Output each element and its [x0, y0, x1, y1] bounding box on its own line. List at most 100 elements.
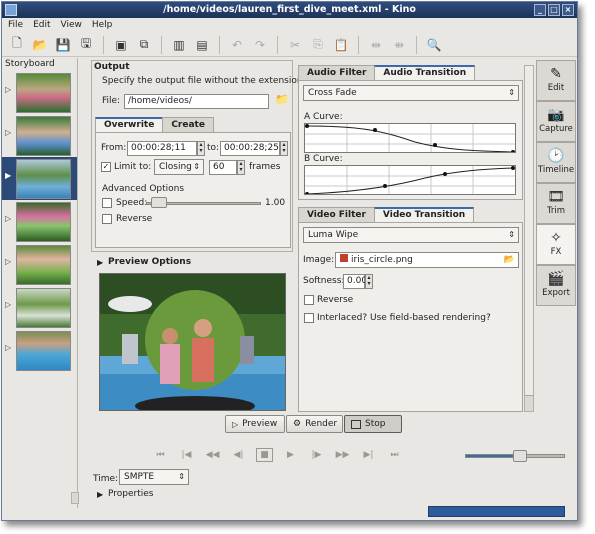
video-reverse-checkbox[interactable]: [304, 295, 314, 305]
tab-create[interactable]: Create: [162, 117, 214, 132]
go-start-icon[interactable]: ⏮: [152, 448, 169, 462]
storyboard-clip[interactable]: ▷: [2, 286, 77, 329]
maximize-button[interactable]: □: [548, 4, 560, 16]
side-tab-export[interactable]: 🎬 Export: [536, 265, 576, 306]
storyboard-clip[interactable]: ▷: [2, 243, 77, 286]
menu-file[interactable]: File: [8, 18, 23, 33]
save-as-icon[interactable]: 🖫: [76, 35, 96, 55]
expand-arrow-icon[interactable]: ▷: [5, 257, 11, 266]
time-format-select[interactable]: SMPTE ⇕: [119, 469, 189, 485]
paste-icon[interactable]: 📋: [331, 35, 351, 55]
scene-right-icon[interactable]: ⇻: [389, 35, 409, 55]
volume-handle[interactable]: [512, 450, 527, 462]
play-icon[interactable]: ▶: [282, 448, 299, 462]
from-input[interactable]: 00:00:28;11: [127, 141, 197, 156]
side-tab-fx[interactable]: ✧ FX: [536, 224, 576, 265]
volume-slider[interactable]: [465, 450, 565, 462]
tab-video-transition[interactable]: Video Transition: [373, 207, 475, 222]
time-label: Time:: [93, 474, 119, 484]
kino-window: /home/videos/lauren_first_dive_meet.xml …: [1, 1, 578, 521]
clip-thumbnail: [16, 116, 71, 156]
copy-icon[interactable]: ⎘: [308, 35, 328, 55]
rewind-icon[interactable]: ◀◀: [204, 448, 221, 462]
zoom-icon[interactable]: 🔍: [424, 35, 444, 55]
step-forward-icon[interactable]: |▶: [308, 448, 325, 462]
tab-overwrite[interactable]: Overwrite: [95, 117, 164, 132]
expand-arrow-icon[interactable]: ▷: [5, 343, 11, 352]
open-icon[interactable]: 📂: [30, 35, 50, 55]
redo-icon[interactable]: ↷: [250, 35, 270, 55]
join-icon[interactable]: ▤: [192, 35, 212, 55]
softness-spinner[interactable]: ▴ ▾: [365, 274, 373, 289]
save-icon[interactable]: 💾: [53, 35, 73, 55]
limit-frames-input[interactable]: 60: [209, 160, 237, 175]
speed-checkbox[interactable]: [102, 198, 112, 208]
reverse-checkbox[interactable]: [102, 214, 112, 224]
storyboard-clip[interactable]: ▷: [2, 200, 77, 243]
from-spinner[interactable]: ▴ ▾: [197, 141, 205, 156]
stop-playback-icon[interactable]: ■: [256, 448, 273, 462]
limit-frames-spinner[interactable]: ▴ ▾: [237, 160, 245, 175]
menu-view[interactable]: View: [61, 18, 82, 33]
image-file-chooser[interactable]: iris_circle.png 📂: [335, 252, 519, 268]
cut-icon[interactable]: ✂: [285, 35, 305, 55]
preview-options-label[interactable]: Preview Options: [108, 257, 191, 267]
next-scene-icon[interactable]: ▶|: [360, 448, 377, 462]
limit-mode-select[interactable]: Closing ⇕: [154, 159, 204, 175]
preview-expander-icon[interactable]: ▶: [97, 258, 103, 267]
side-tab-edit[interactable]: ✎ Edit: [536, 60, 576, 101]
undo-icon[interactable]: ↶: [227, 35, 247, 55]
render-button[interactable]: ⚙ Render: [286, 415, 343, 433]
storyboard-clip[interactable]: ▷: [2, 329, 77, 372]
fast-forward-icon[interactable]: ▶▶: [334, 448, 351, 462]
limit-checkbox[interactable]: ✓: [101, 162, 111, 172]
b-curve-editor[interactable]: [304, 165, 516, 195]
go-end-icon[interactable]: ⏭: [386, 448, 403, 462]
prev-scene-icon[interactable]: |◀: [178, 448, 195, 462]
tab-audio-transition[interactable]: Audio Transition: [374, 65, 476, 80]
fx-scrollbar[interactable]: [524, 65, 534, 412]
stop-button[interactable]: Stop: [344, 415, 402, 433]
output-panel: Output Specify the output file without t…: [91, 60, 303, 252]
expand-arrow-icon[interactable]: ▷: [5, 85, 11, 94]
expand-arrow-icon[interactable]: ▷: [5, 300, 11, 309]
a-curve-editor[interactable]: [304, 123, 516, 153]
side-tab-label: Edit: [547, 83, 565, 93]
close-button[interactable]: ×: [562, 4, 574, 16]
minimize-button[interactable]: _: [534, 4, 546, 16]
storyboard-clip[interactable]: ▷: [2, 71, 77, 114]
expand-arrow-icon[interactable]: ▶: [5, 171, 11, 180]
side-tab-timeline[interactable]: 🕑 Timeline: [536, 142, 576, 183]
menu-edit[interactable]: Edit: [33, 18, 50, 33]
side-tab-trim[interactable]: 🎞 Trim: [536, 183, 576, 224]
scroll-thumb[interactable]: [525, 66, 533, 396]
split-icon[interactable]: ▥: [169, 35, 189, 55]
speed-slider-handle[interactable]: [151, 197, 167, 208]
properties-label[interactable]: Properties: [108, 489, 153, 499]
softness-input[interactable]: 0.00: [343, 274, 367, 289]
to-input[interactable]: 00:00:28;25: [220, 141, 280, 156]
storyboard-clip-selected[interactable]: ▶: [2, 157, 77, 200]
expand-arrow-icon[interactable]: ▷: [5, 128, 11, 137]
menu-help[interactable]: Help: [92, 18, 113, 33]
scene-left-icon[interactable]: ⇹: [366, 35, 386, 55]
export-icon[interactable]: ⧉: [134, 35, 154, 55]
to-spinner[interactable]: ▴ ▾: [280, 141, 288, 156]
new-icon[interactable]: 🗋: [7, 35, 27, 55]
capture-icon[interactable]: ▣: [111, 35, 131, 55]
properties-expander-icon[interactable]: ▶: [97, 490, 103, 499]
video-transition-select[interactable]: Luma Wipe ⇕: [303, 227, 519, 243]
side-tab-capture[interactable]: 📷 Capture: [536, 101, 576, 142]
expand-arrow-icon[interactable]: ▷: [5, 214, 11, 223]
storyboard-clip[interactable]: ▷: [2, 114, 77, 157]
preview-button[interactable]: ▷ Preview: [225, 415, 285, 433]
file-label: File:: [102, 96, 121, 106]
step-back-icon[interactable]: ◀|: [230, 448, 247, 462]
folder-icon[interactable]: 📁: [275, 93, 289, 106]
audio-transition-select[interactable]: Cross Fade ⇕: [303, 85, 519, 101]
interlaced-checkbox[interactable]: [304, 313, 314, 323]
storyboard-scrollbar[interactable]: [71, 492, 79, 504]
file-input[interactable]: /home/videos/: [124, 94, 269, 109]
tab-audio-filter[interactable]: Audio Filter: [298, 65, 376, 80]
tab-video-filter[interactable]: Video Filter: [298, 207, 375, 222]
